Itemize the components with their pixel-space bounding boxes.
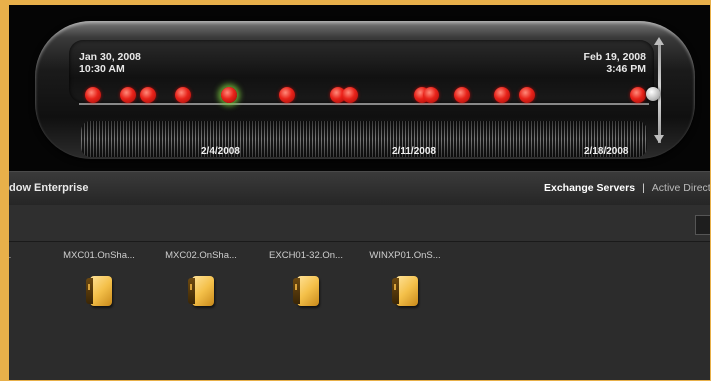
event-marker[interactable] [279,87,295,103]
event-marker[interactable] [120,87,136,103]
event-marker[interactable] [630,87,646,103]
timeline-track-line [79,103,649,105]
event-marker[interactable] [342,87,358,103]
nav-active-directory[interactable]: Active Direct [652,182,710,194]
server-icon [293,274,319,306]
end-time: 3:46 PM [606,63,646,75]
server-item[interactable]: EXCH01-32.On... [261,250,351,306]
start-time: 10:30 AM [79,63,125,75]
event-marker-selected[interactable] [221,87,237,103]
server-icon [86,274,112,306]
timeline-panel: Jan 30, 2008 10:30 AM Feb 19, 2008 3:46 … [9,5,710,171]
app-window: Jan 30, 2008 10:30 AM Feb 19, 2008 3:46 … [9,5,710,380]
timeline-end: Feb 19, 2008 3:46 PM [569,51,646,75]
server-item[interactable]: MXC01.OnSha... [54,250,144,306]
server-icon [392,274,418,306]
server-item[interactable]: ad... [9,250,47,261]
server-grid: ad... MXC01.OnSha... MXC02.OnSha... EXCH… [9,242,710,380]
ruler-shading [81,121,647,157]
server-label: MXC02.OnSha... [165,250,237,261]
timeline-start: Jan 30, 2008 10:30 AM [79,51,141,75]
event-marker[interactable] [175,87,191,103]
timeline-slider-handle[interactable] [646,87,660,101]
view-nav: Exchange Servers | Active Direct [544,182,710,194]
tick-label: 2/4/2008 [201,146,240,157]
scroll-down-arrow-icon[interactable] [654,135,664,143]
event-marker[interactable] [494,87,510,103]
scroll-up-arrow-icon[interactable] [654,37,664,45]
server-label: EXCH01-32.On... [269,250,343,261]
event-marker[interactable] [423,87,439,103]
event-marker[interactable] [454,87,470,103]
tick-label: 2/11/2008 [392,146,436,157]
server-label: WINXP01.OnS... [369,250,441,261]
timeline-track-area [69,40,654,103]
end-date: Feb 19, 2008 [583,51,646,63]
tick-label: 2/18/2008 [584,146,629,157]
server-label: MXC01.OnSha... [63,250,135,261]
server-item[interactable]: WINXP01.OnS... [360,250,450,306]
nav-exchange-servers[interactable]: Exchange Servers [544,182,635,194]
app-title: dow Enterprise [9,182,89,194]
server-item[interactable]: MXC02.OnSha... [156,250,246,306]
server-label: ad... [9,250,47,261]
nav-separator: | [642,182,645,194]
start-date: Jan 30, 2008 [79,51,141,63]
server-icon [188,274,214,306]
event-marker[interactable] [85,87,101,103]
event-marker[interactable] [140,87,156,103]
header-bar: dow Enterprise Exchange Servers | Active D… [9,171,710,206]
toolbar [9,205,710,242]
toolbar-button[interactable] [695,215,710,235]
event-marker[interactable] [519,87,535,103]
